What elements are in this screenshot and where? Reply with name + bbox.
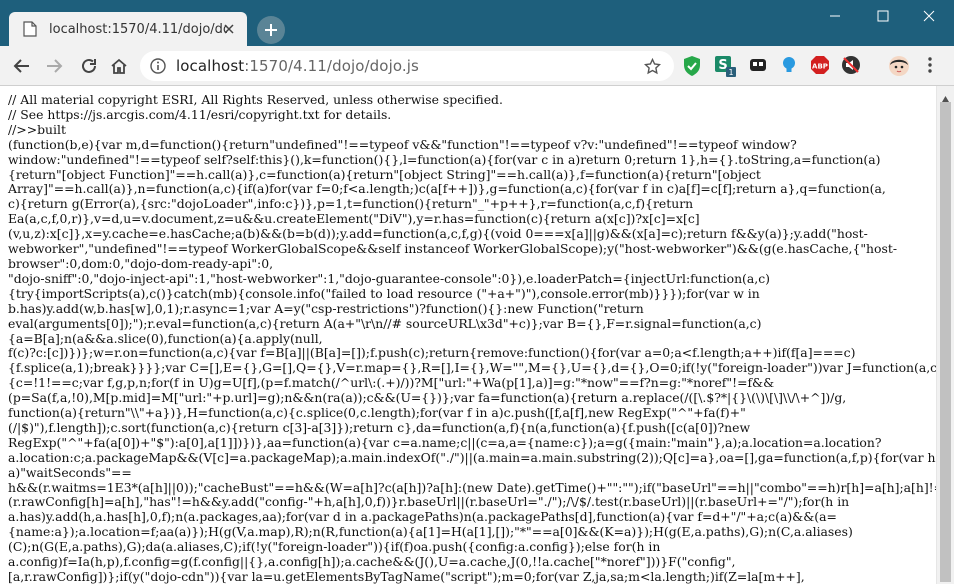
code-line: Ea(a,c,f,0,r)},v=d,u=v.document,z=u&&u.c… [8, 211, 700, 227]
code-line: function(a){return"\\"+a})},H=function(a… [8, 405, 746, 421]
code-line: a.location:c;a.packageMap&&(V[c]=a.packa… [8, 449, 936, 465]
code-line: h&&(r.waitms=1E3*(a[h]||0));"cacheBust"=… [8, 479, 936, 495]
source-code: // All material copyright ESRI, All Righ… [8, 92, 936, 584]
new-tab-button[interactable] [257, 16, 285, 44]
url-host: localhost [176, 57, 245, 75]
code-line: {a=B[a];n(a&&a.slice(0),function(a){a.ap… [8, 330, 323, 346]
home-icon [111, 58, 127, 74]
code-line: b.has)y.add(w,b.has[w],0,1);r.async=1;va… [8, 300, 644, 316]
maximize-button[interactable] [860, 0, 906, 32]
code-line: f(c)?c:[c])})};w=r.on=function(a,c){var … [8, 345, 856, 361]
code-line: {try{importScripts(a),c()}catch(mb){cons… [8, 285, 760, 301]
forward-button[interactable] [43, 55, 65, 77]
profile-avatar[interactable] [888, 55, 910, 77]
bookmark-star-icon[interactable] [643, 57, 662, 75]
tab-title: localhost:1570/4.11/dojo/doj [49, 21, 227, 37]
code-line: a.has)y.add(h,a.has[h],0,f);n(a.packages… [8, 509, 837, 525]
game-controller-extension-icon[interactable] [748, 55, 770, 77]
url-text[interactable]: localhost:1570/4.11/dojo/dojo.js [176, 57, 419, 75]
home-button[interactable] [108, 55, 130, 77]
url-path: :1570/4.11/dojo/dojo.js [244, 57, 419, 75]
scroll-thumb[interactable] [940, 102, 951, 582]
tab-dojo-js[interactable]: localhost:1570/4.11/dojo/doj [9, 12, 247, 46]
reload-button[interactable] [78, 55, 100, 77]
document-icon [23, 21, 37, 37]
code-line: {c=!1!==c;var f,g,p,n;for(f in U)g=U[f],… [8, 375, 775, 391]
shield-extension-icon[interactable] [682, 55, 704, 77]
forward-arrow-icon [47, 59, 63, 73]
code-line: // See https://js.arcgis.com/4.11/esri/c… [8, 106, 392, 122]
back-arrow-icon [13, 59, 29, 73]
title-bar: localhost:1570/4.11/dojo/doj [0, 0, 954, 46]
svg-text:1: 1 [728, 68, 733, 77]
code-line: RegExp("^"+fa(a[0])+"$"):a[0],a[1]])})},… [8, 434, 882, 450]
svg-text:ABP: ABP [812, 63, 828, 71]
code-line: (p=Sa(f,a,!0),M[p.mid]=M["url:"+p.url]=g… [8, 390, 847, 406]
code-line: (r.rawConfig[h]=a[h],"has"!=h&&y.add("co… [8, 494, 850, 510]
browser-toolbar: localhost:1570/4.11/dojo/dojo.js S1 ABP [0, 46, 954, 86]
code-line: browser":0,dom:0,"dojo-dom-ready-api":0, [8, 255, 274, 271]
code-line: (C);n(G(E,a.paths),G);da(a.aliases,C);if… [8, 539, 661, 555]
address-bar[interactable]: localhost:1570/4.11/dojo/dojo.js [140, 51, 674, 81]
code-line: a)"waitSeconds"== [8, 464, 132, 480]
code-line: webworker","undefined"!==typeof WorkerGl… [8, 241, 898, 257]
code-line: {name:a});a.location=f;aa(a)});H(g(V,a.m… [8, 524, 853, 540]
code-line: [a,r.rawConfig])};if(y("dojo-cdn")){var … [8, 569, 805, 584]
code-line: (v,u,z):x[c]},x=y.cache=e.hasCache;a(b)&… [8, 226, 868, 242]
code-line: // All material copyright ESRI, All Righ… [8, 92, 503, 107]
code-line: eval(arguments[0]);");r.eval=function(a,… [8, 315, 762, 331]
adblock-plus-icon[interactable]: ABP [810, 55, 832, 77]
kebab-menu-icon[interactable] [920, 55, 942, 77]
minimize-button[interactable] [812, 0, 858, 32]
s-extension-icon[interactable]: S1 [714, 55, 736, 77]
close-window-button[interactable] [906, 0, 952, 32]
source-view: // All material copyright ESRI, All Righ… [0, 86, 936, 584]
reload-icon [82, 58, 96, 73]
code-line: "dojo-sniff":0,"dojo-inject-api":1,"host… [8, 270, 770, 286]
minimize-icon [830, 15, 840, 17]
code-line: c){return g(Error(a),{src:"dojoLoader",i… [8, 196, 694, 212]
scroll-up-arrow-icon[interactable] [941, 90, 950, 102]
mute-extension-icon[interactable] [841, 55, 863, 77]
lightbulb-extension-icon[interactable] [779, 55, 801, 77]
info-icon[interactable] [150, 58, 166, 74]
code-line: window:"undefined"!==typeof self?self:th… [8, 151, 881, 167]
code-line: Array]"==h.call(a)},n=function(a,c){if(a… [8, 181, 886, 197]
code-line: (function(b,e){var m,d=function(){return… [8, 136, 797, 152]
back-button[interactable] [11, 55, 33, 77]
close-icon [923, 10, 935, 22]
maximize-icon [877, 10, 889, 22]
code-line: a.config)f=Ia(h,p),f.config=g(f.config||… [8, 554, 736, 570]
plus-icon [265, 24, 277, 36]
code-line: {return"[object Function]"==h.call(a)},c… [8, 166, 761, 182]
close-icon[interactable] [221, 21, 237, 37]
code-line: (/|$)"),f.length]);c.sort(function(a,c){… [8, 419, 751, 435]
vertical-scrollbar[interactable] [936, 86, 954, 584]
code-line: {f.splice(a,1);break}}}};var C=[],E={},G… [8, 360, 936, 376]
code-line: //>>built [8, 121, 66, 137]
